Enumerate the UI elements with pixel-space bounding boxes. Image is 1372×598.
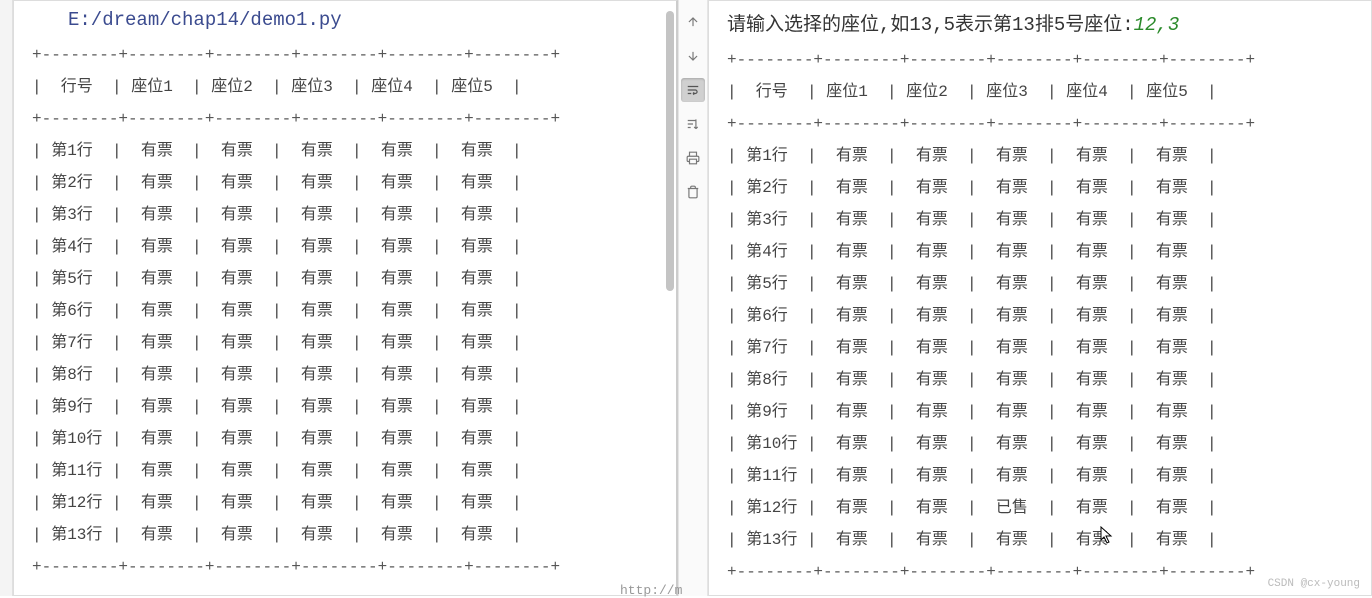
seat-table-initial: +--------+--------+--------+--------+---… xyxy=(32,39,676,583)
user-input[interactable]: 12,3 xyxy=(1134,14,1180,36)
arrow-down-icon[interactable] xyxy=(681,44,705,68)
sort-icon[interactable] xyxy=(681,112,705,136)
prompt-line: 请输入选择的座位,如13,5表示第13排5号座位:12,3 xyxy=(727,9,1371,36)
scrollbar-thumb[interactable] xyxy=(666,11,674,291)
seat-table-after: +--------+--------+--------+--------+---… xyxy=(727,44,1371,588)
left-output: E:/dream/chap14/demo1.py +--------+-----… xyxy=(14,1,676,595)
arrow-up-icon[interactable] xyxy=(681,10,705,34)
trash-icon[interactable] xyxy=(681,180,705,204)
right-output: 请输入选择的座位,如13,5表示第13排5号座位:12,3 +--------+… xyxy=(709,1,1371,595)
file-path: E:/dream/chap14/demo1.py xyxy=(68,9,676,31)
middle-toolbar xyxy=(678,0,708,596)
prompt-text: 请输入选择的座位,如13,5表示第13排5号座位: xyxy=(727,14,1134,36)
print-icon[interactable] xyxy=(681,146,705,170)
watermark: CSDN @cx-young xyxy=(1268,578,1360,590)
wrap-icon[interactable] xyxy=(681,78,705,102)
mouse-cursor xyxy=(1100,526,1114,549)
left-gutter xyxy=(0,0,13,596)
left-panel: E:/dream/chap14/demo1.py +--------+-----… xyxy=(13,0,678,596)
right-panel: 请输入选择的座位,如13,5表示第13排5号座位:12,3 +--------+… xyxy=(708,0,1372,596)
